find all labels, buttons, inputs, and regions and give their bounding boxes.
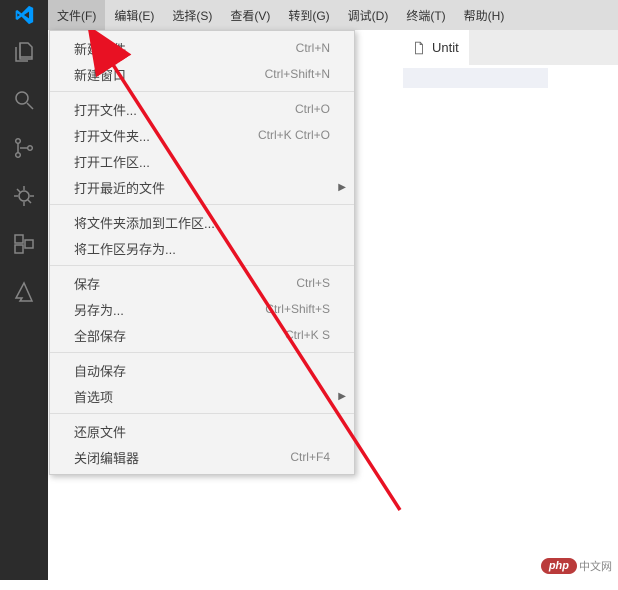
menu-item-label: 还原文件 (74, 422, 126, 441)
menu-item[interactable]: 另存为... Ctrl+Shift+S (50, 296, 354, 322)
menu-item-shortcut: Ctrl+K Ctrl+O (258, 128, 330, 142)
activity-bar (0, 30, 48, 580)
menu-item[interactable]: 将工作区另存为... (50, 235, 354, 261)
menu-item[interactable]: 新建文件 Ctrl+N (50, 35, 354, 61)
menu-bar-item[interactable]: 选择(S) (163, 0, 221, 30)
menu-separator (50, 204, 354, 205)
menu-item-label: 打开文件夹... (74, 126, 150, 145)
menu-item-label: 全部保存 (74, 326, 126, 345)
menu-item[interactable]: 保存 Ctrl+S (50, 270, 354, 296)
editor-tab[interactable]: Untit (402, 30, 469, 65)
menu-item-shortcut: Ctrl+F4 (290, 450, 330, 464)
menu-item-label: 打开工作区... (74, 152, 150, 171)
menu-bar-item[interactable]: 帮助(H) (455, 0, 514, 30)
file-menu-dropdown: 新建文件Ctrl+N新建窗口Ctrl+Shift+N打开文件...Ctrl+O打… (49, 30, 355, 475)
menu-item-label: 将工作区另存为... (74, 239, 176, 258)
menu-bar-item[interactable]: 转到(G) (279, 0, 338, 30)
chevron-right-icon: ▶ (338, 182, 346, 193)
menu-item-label: 自动保存 (74, 361, 126, 380)
menu-separator (50, 91, 354, 92)
menu-item[interactable]: 将文件夹添加到工作区... (50, 209, 354, 235)
watermark-text: 中文网 (579, 558, 612, 574)
menu-item[interactable]: 全部保存 Ctrl+K S (50, 322, 354, 348)
menu-separator (50, 413, 354, 414)
app-logo (0, 0, 48, 30)
menu-item-label: 保存 (74, 274, 100, 293)
menu-item[interactable]: 打开文件... Ctrl+O (50, 96, 354, 122)
search-icon[interactable] (12, 88, 36, 112)
watermark-pill: php (541, 558, 577, 574)
line-number: 1 (602, 70, 618, 85)
extensions-icon[interactable] (12, 232, 36, 256)
azure-icon[interactable] (12, 280, 36, 304)
line-highlight (403, 68, 548, 88)
menu-bar: 文件(F)编辑(E)选择(S)查看(V)转到(G)调试(D)终端(T)帮助(H) (0, 0, 618, 30)
menu-item-label: 新建文件 (74, 39, 126, 58)
menu-item-label: 打开文件... (74, 100, 137, 119)
menu-bar-item[interactable]: 文件(F) (48, 0, 105, 30)
menu-item[interactable]: 打开文件夹... Ctrl+K Ctrl+O (50, 122, 354, 148)
menu-item-label: 关闭编辑器 (74, 448, 139, 467)
menu-item[interactable]: 关闭编辑器 Ctrl+F4 (50, 444, 354, 470)
menu-separator (50, 352, 354, 353)
menu-item[interactable]: 打开工作区... (50, 148, 354, 174)
menu-item-label: 打开最近的文件 (74, 178, 165, 197)
files-icon[interactable] (12, 40, 36, 64)
menu-item[interactable]: 打开最近的文件 ▶ (50, 174, 354, 200)
menu-item-shortcut: Ctrl+S (296, 276, 330, 290)
menu-item-shortcut: Ctrl+Shift+S (265, 302, 330, 316)
menu-item-label: 新建窗口 (74, 65, 126, 84)
menu-bar-item[interactable]: 查看(V) (221, 0, 279, 30)
menu-bar-item[interactable]: 终端(T) (397, 0, 454, 30)
chevron-right-icon: ▶ (338, 391, 346, 402)
file-icon (412, 41, 426, 55)
menu-item[interactable]: 新建窗口 Ctrl+Shift+N (50, 61, 354, 87)
menu-item[interactable]: 还原文件 (50, 418, 354, 444)
tab-label: Untit (432, 40, 459, 55)
menu-item-shortcut: Ctrl+O (295, 102, 330, 116)
menu-item-shortcut: Ctrl+N (296, 41, 330, 55)
menu-item[interactable]: 自动保存 (50, 357, 354, 383)
tab-bar: Untit (402, 30, 618, 65)
menu-bar-item[interactable]: 调试(D) (339, 0, 398, 30)
debug-icon[interactable] (12, 184, 36, 208)
menu-separator (50, 265, 354, 266)
menu-item-label: 首选项 (74, 387, 113, 406)
menu-item-label: 将文件夹添加到工作区... (74, 213, 215, 232)
watermark: php 中文网 (541, 558, 612, 574)
main-area: Untit 1 新建文件 Ctrl+N 新建窗口 Ctrl+Shift+N 打开文件..… (0, 30, 618, 580)
vscode-icon (14, 5, 34, 25)
menu-item[interactable]: 首选项 ▶ (50, 383, 354, 409)
menu-bar-item[interactable]: 编辑(E) (105, 0, 163, 30)
menu-item-shortcut: Ctrl+K S (285, 328, 330, 342)
menu-item-shortcut: Ctrl+Shift+N (265, 67, 330, 81)
menu-item-label: 另存为... (74, 300, 124, 319)
source-control-icon[interactable] (12, 136, 36, 160)
